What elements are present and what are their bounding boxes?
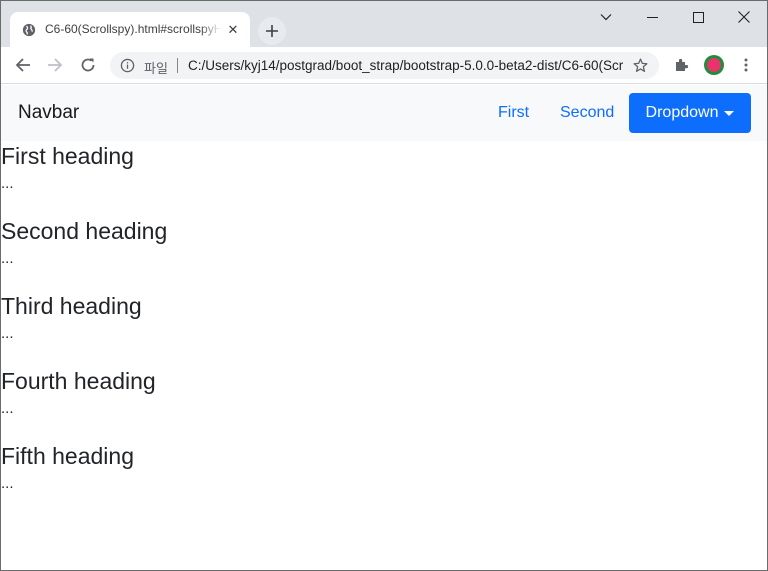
back-button[interactable] xyxy=(9,51,37,79)
section-body: ... xyxy=(1,400,14,417)
reload-button[interactable] xyxy=(74,51,102,79)
globe-icon xyxy=(22,23,36,37)
section-body: ... xyxy=(1,475,14,492)
section-first: First heading ... xyxy=(1,141,767,216)
section-body: ... xyxy=(1,250,14,267)
extensions-button[interactable] xyxy=(668,51,696,79)
browser-tab[interactable]: C6-60(Scrollspy).html#scrollspyHeading1 … xyxy=(10,12,250,47)
more-vertical-icon xyxy=(744,58,748,72)
section-fifth: Fifth heading ... xyxy=(1,441,767,516)
section-body: ... xyxy=(1,175,14,192)
avatar-icon xyxy=(704,55,724,75)
caret-down-icon xyxy=(724,110,735,116)
puzzle-icon xyxy=(676,58,689,71)
reload-icon xyxy=(81,58,95,72)
scheme-label: 파일 xyxy=(144,61,168,76)
dropdown-button[interactable]: Dropdown xyxy=(629,93,751,133)
arrow-right-icon xyxy=(48,58,63,72)
maximize-button[interactable] xyxy=(675,3,721,31)
nav-link-first[interactable]: First xyxy=(498,104,529,122)
section-fourth: Fourth heading ... xyxy=(1,366,767,441)
tab-strip: C6-60(Scrollspy).html#scrollspyHeading1 … xyxy=(1,1,767,47)
section-second: Second heading ... xyxy=(1,216,767,291)
page-viewport: Navbar First Second Dropdown First headi… xyxy=(1,85,767,570)
url-text[interactable]: C:/Users/kyj14/postgrad/boot_strap/boots… xyxy=(188,58,623,73)
chevron-down-icon xyxy=(600,14,612,21)
minimize-icon xyxy=(646,16,658,18)
section-heading: Third heading xyxy=(1,293,142,319)
arrow-left-icon xyxy=(15,58,30,72)
tab-close-icon[interactable]: ✕ xyxy=(225,22,241,38)
info-icon[interactable] xyxy=(120,58,135,73)
section-body: ... xyxy=(1,325,14,342)
navbar-brand[interactable]: Navbar xyxy=(18,102,79,124)
browser-window: C6-60(Scrollspy).html#scrollspyHeading1 … xyxy=(0,0,768,571)
maximize-icon xyxy=(692,11,704,23)
minimize-button[interactable] xyxy=(629,3,675,31)
dropdown-label: Dropdown xyxy=(645,104,719,121)
section-third: Third heading ... xyxy=(1,291,767,366)
close-window-button[interactable] xyxy=(721,3,767,31)
section-heading: First heading xyxy=(1,143,134,169)
omnibox-divider xyxy=(177,58,178,73)
menu-button[interactable] xyxy=(732,51,760,79)
plus-icon xyxy=(266,25,278,37)
profile-button[interactable] xyxy=(700,51,728,79)
star-icon[interactable] xyxy=(632,57,649,74)
close-icon xyxy=(738,11,750,23)
tab-title: C6-60(Scrollspy).html#scrollspyHeading1 xyxy=(45,22,221,36)
navbar: Navbar First Second Dropdown xyxy=(1,85,767,141)
new-tab-button[interactable] xyxy=(258,17,286,45)
section-heading: Fourth heading xyxy=(1,368,156,394)
address-bar[interactable]: 파일 C:/Users/kyj14/postgrad/boot_strap/bo… xyxy=(110,52,659,79)
section-heading: Fifth heading xyxy=(1,443,134,469)
forward-button[interactable] xyxy=(41,51,69,79)
tab-search-button[interactable] xyxy=(583,3,629,31)
section-heading: Second heading xyxy=(1,218,168,244)
browser-toolbar: 파일 C:/Users/kyj14/postgrad/boot_strap/bo… xyxy=(1,47,767,84)
nav-link-second[interactable]: Second xyxy=(560,104,614,122)
scrollspy-content: First heading ... Second heading ... Thi… xyxy=(1,141,767,516)
